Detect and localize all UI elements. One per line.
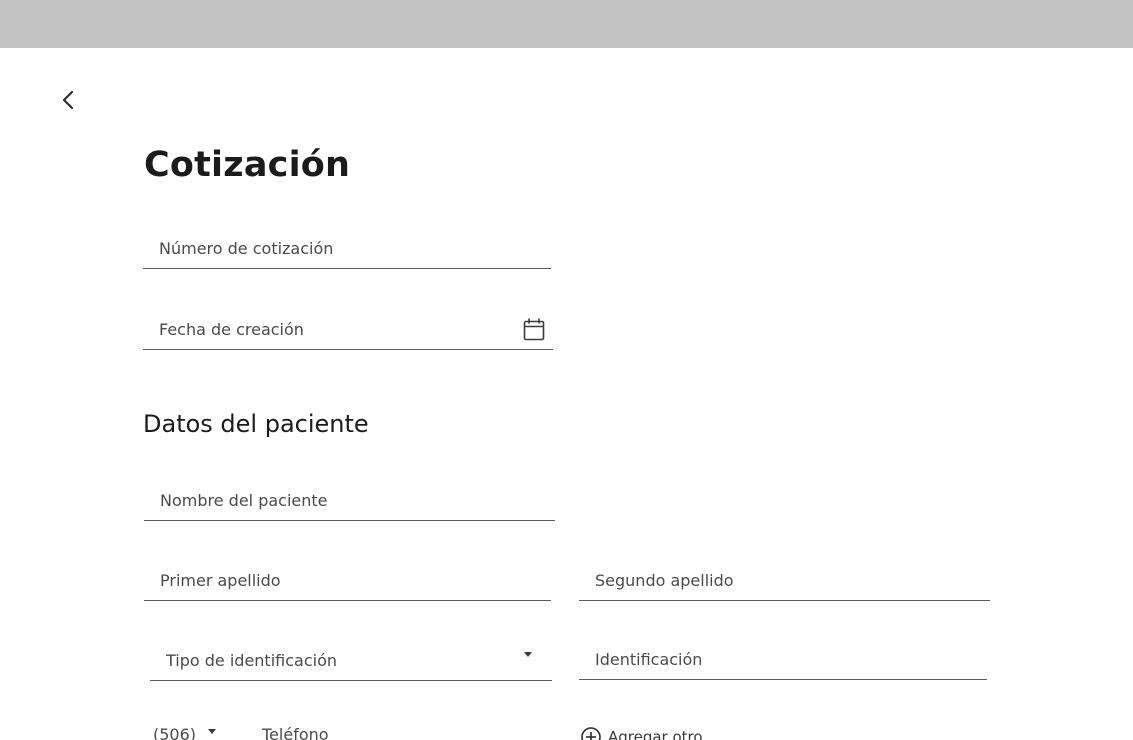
back-button[interactable] xyxy=(56,86,82,114)
chevron-left-icon xyxy=(62,90,74,110)
add-circle-icon xyxy=(581,727,601,740)
quote-form-page: Cotización Número de cotización Fecha de… xyxy=(0,0,1133,740)
caret-down-icon xyxy=(524,652,532,657)
patient-name-label: Nombre del paciente xyxy=(160,491,328,510)
second-lastname-field[interactable]: Segundo apellido xyxy=(579,561,990,601)
patient-section-title: Datos del paciente xyxy=(143,410,369,438)
top-app-bar xyxy=(0,0,1133,48)
caret-down-icon xyxy=(208,729,216,734)
id-type-label: Tipo de identificación xyxy=(166,651,337,670)
phone-field-label[interactable]: Teléfono xyxy=(262,724,329,740)
quote-number-label: Número de cotización xyxy=(159,239,334,258)
quote-number-field[interactable]: Número de cotización xyxy=(143,229,551,269)
id-type-select[interactable]: Tipo de identificación xyxy=(150,641,552,681)
add-other-phone-button[interactable]: Agregar otro xyxy=(580,726,703,740)
creation-date-label: Fecha de creación xyxy=(159,320,304,339)
creation-date-field[interactable]: Fecha de creación xyxy=(143,310,553,350)
id-number-label: Identificación xyxy=(595,650,703,669)
calendar-icon[interactable] xyxy=(523,318,545,342)
first-lastname-field[interactable]: Primer apellido xyxy=(144,561,551,601)
first-lastname-label: Primer apellido xyxy=(160,571,281,590)
add-other-label: Agregar otro xyxy=(608,728,703,740)
patient-name-field[interactable]: Nombre del paciente xyxy=(144,481,555,521)
id-number-field[interactable]: Identificación xyxy=(579,640,987,680)
second-lastname-label: Segundo apellido xyxy=(595,571,734,590)
phone-prefix-select[interactable]: (506) xyxy=(153,724,196,740)
page-title: Cotización xyxy=(144,145,351,185)
